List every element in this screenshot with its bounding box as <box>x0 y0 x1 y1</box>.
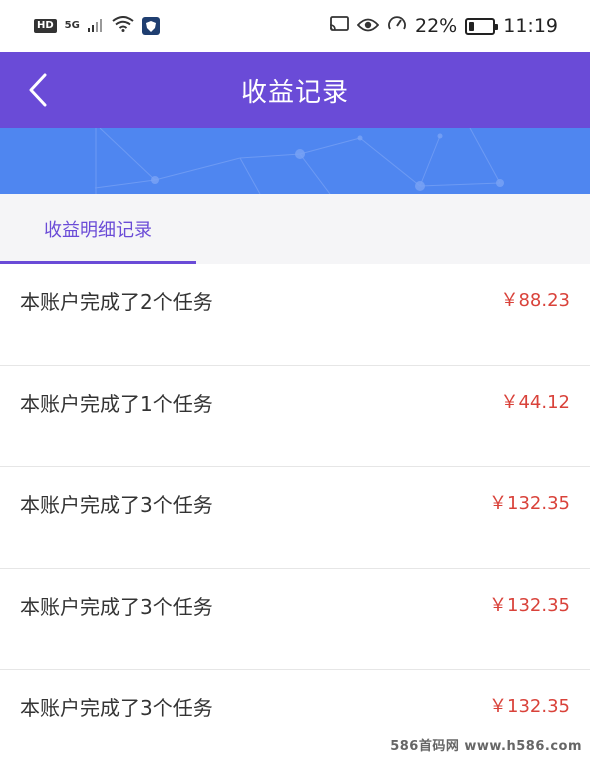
list-item[interactable]: 本账户完成了2个任务 ￥88.23 <box>0 264 590 366</box>
tab-earnings-detail[interactable]: 收益明细记录 <box>0 194 196 264</box>
record-title: 本账户完成了1个任务 <box>20 391 213 416</box>
record-amount: ￥132.35 <box>489 594 570 616</box>
tab-bar: 收益明细记录 <box>0 194 590 264</box>
status-bar: HD 5G 22% 11:19 <box>0 0 590 52</box>
list-item[interactable]: 本账户完成了1个任务 ￥44.12 <box>0 365 590 467</box>
earnings-list: 本账户完成了2个任务 ￥88.23 本账户完成了1个任务 ￥44.12 本账户完… <box>0 264 590 762</box>
battery-percent: 22% <box>415 15 458 37</box>
speed-icon <box>387 14 407 39</box>
header-banner <box>0 128 590 194</box>
chevron-left-icon <box>29 73 47 107</box>
battery-icon <box>465 17 499 35</box>
record-title: 本账户完成了3个任务 <box>20 696 213 720</box>
list-item[interactable]: 本账户完成了3个任务 ￥132.35 <box>0 467 590 569</box>
network-type: 5G <box>64 20 80 31</box>
hd-badge: HD <box>34 19 57 33</box>
record-amount: ￥132.35 <box>489 493 570 514</box>
battery-level <box>469 21 475 31</box>
watermark: 586首码网 www.h586.com <box>390 739 582 754</box>
nav-bar: 收益记录 <box>0 52 590 128</box>
record-title: 本账户完成了3个任务 <box>20 493 213 517</box>
record-amount: ￥44.12 <box>500 391 570 413</box>
record-title: 本账户完成了3个任务 <box>20 594 213 619</box>
record-amount: ￥88.23 <box>500 290 570 311</box>
list-item[interactable]: 本账户完成了3个任务 ￥132.35 <box>0 568 590 670</box>
signal-icon <box>87 15 104 37</box>
wifi-icon <box>112 15 134 37</box>
back-button[interactable] <box>18 70 58 110</box>
battery-tip <box>495 23 499 30</box>
clock: 11:19 <box>503 15 558 37</box>
record-title: 本账户完成了2个任务 <box>20 290 213 314</box>
cast-icon <box>329 15 349 37</box>
app-shield-icon <box>141 17 160 35</box>
record-amount: ￥132.35 <box>489 696 570 717</box>
status-right: 22% 11:19 <box>329 14 558 39</box>
status-left: HD 5G <box>34 15 160 37</box>
network-pattern-decoration <box>94 128 504 194</box>
page-title: 收益记录 <box>240 77 349 108</box>
eye-icon <box>356 15 380 37</box>
